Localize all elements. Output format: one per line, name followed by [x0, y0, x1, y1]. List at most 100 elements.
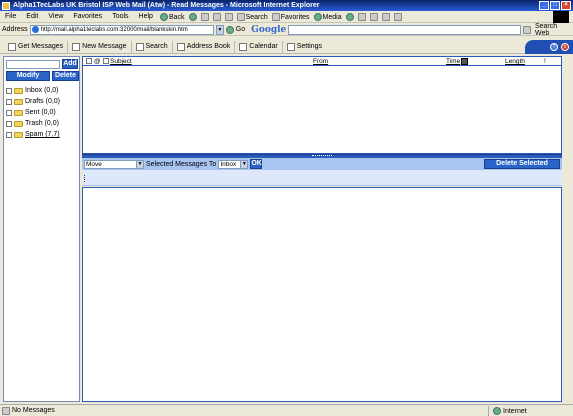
home-icon[interactable] — [224, 13, 233, 21]
security-zone: Internet — [488, 406, 527, 416]
move-bar: Move ▼ Selected Messages To Inbox ▼ OK D… — [82, 158, 562, 170]
window-title: Alpha1TecLabs UK Bristol ISP Web Mail (A… — [13, 2, 320, 9]
status-bar: No Messages Internet — [0, 404, 573, 416]
folder-icon — [14, 120, 23, 127]
column-from[interactable]: From — [313, 58, 328, 65]
target-folder-select[interactable]: Inbox ▼ — [218, 159, 249, 169]
mail-icon[interactable] — [357, 13, 366, 21]
get-messages-button[interactable]: Get Messages — [4, 40, 69, 53]
favorites-star-icon — [271, 13, 280, 21]
google-search-input[interactable] — [288, 24, 522, 35]
folder-panel: Add Modify Delete Inbox (0,0) Drafts (0,… — [3, 56, 80, 402]
search-web-button[interactable]: Search Web — [535, 23, 573, 37]
chevron-down-icon: ▼ — [240, 160, 248, 168]
folder-label: Spam (7,7) — [25, 131, 60, 138]
splitter-grip-icon — [312, 155, 332, 157]
search-toolbar-button[interactable]: Search — [236, 13, 268, 21]
folder-checkbox[interactable] — [6, 131, 12, 138]
folder-label: Drafts (0,0) — [25, 98, 61, 105]
new-message-icon — [72, 42, 81, 51]
address-input[interactable]: http://mail.alpha1teclabs.com:32000/mail… — [29, 24, 214, 35]
address-book-button[interactable]: Address Book — [173, 40, 236, 53]
read-status-icon — [102, 58, 109, 64]
get-messages-label: Get Messages — [18, 43, 64, 50]
stop-icon[interactable] — [200, 13, 209, 21]
history-icon[interactable] — [345, 13, 354, 21]
column-priority[interactable]: ! — [544, 58, 546, 65]
folder-sent[interactable]: Sent (0,0) — [6, 107, 60, 118]
folder-inbox[interactable]: Inbox (0,0) — [6, 85, 60, 96]
new-message-button[interactable]: New Message — [68, 40, 132, 53]
print-icon[interactable] — [369, 13, 378, 21]
folder-list: Inbox (0,0) Drafts (0,0) Sent (0,0) Tras… — [6, 85, 60, 140]
settings-label: Settings — [296, 43, 322, 50]
media-icon — [313, 13, 322, 21]
refresh-icon[interactable] — [212, 13, 221, 21]
folder-spam[interactable]: Spam (7,7) — [6, 129, 60, 140]
attachment-icon: @ — [94, 58, 101, 65]
internet-globe-icon — [493, 407, 501, 415]
search-toolbar-label: Search — [245, 13, 268, 21]
message-preview-pane — [82, 187, 562, 402]
folder-drafts[interactable]: Drafts (0,0) — [6, 96, 60, 107]
folder-name-input[interactable] — [6, 60, 60, 69]
search-icon — [236, 13, 245, 21]
preview-toolbar — [82, 170, 562, 186]
folder-checkbox[interactable] — [6, 109, 12, 116]
minimize-button[interactable]: _ — [539, 1, 549, 10]
folder-icon — [14, 131, 23, 138]
new-message-label: New Message — [82, 43, 127, 50]
edit-icon[interactable] — [381, 13, 390, 21]
action-select-value: Move — [86, 160, 102, 168]
go-arrow-icon[interactable] — [225, 25, 234, 34]
select-all-checkbox[interactable] — [86, 58, 92, 64]
media-button[interactable]: Media — [313, 13, 342, 21]
address-dropdown-button[interactable]: ▼ — [215, 24, 224, 35]
close-window-button[interactable]: × — [561, 1, 571, 10]
calendar-button[interactable]: Calendar — [235, 40, 283, 53]
folder-label: Inbox (0,0) — [25, 87, 59, 94]
forward-arrow-icon[interactable] — [188, 13, 197, 21]
header-icons: @ — [86, 58, 109, 65]
favorites-button[interactable]: Favorites — [271, 13, 310, 21]
delete-folder-button[interactable]: Delete — [52, 71, 79, 81]
folder-icon — [14, 98, 23, 105]
zone-label: Internet — [503, 407, 527, 415]
address-url: http://mail.alpha1teclabs.com:32000/mail… — [40, 26, 188, 33]
back-button[interactable]: Back — [160, 13, 185, 21]
media-label: Media — [322, 13, 342, 21]
folder-checkbox[interactable] — [6, 98, 12, 105]
column-length[interactable]: Length — [505, 58, 525, 65]
back-arrow-icon — [160, 13, 168, 21]
status-text: No Messages — [12, 407, 55, 414]
address-book-icon — [176, 42, 185, 51]
folder-label: Sent (0,0) — [25, 109, 56, 116]
settings-button[interactable]: Settings — [283, 41, 326, 53]
folder-checkbox[interactable] — [6, 87, 12, 94]
column-time[interactable]: Time — [446, 58, 469, 65]
action-select[interactable]: Move ▼ — [84, 159, 144, 169]
folder-checkbox[interactable] — [6, 120, 12, 127]
help-icon[interactable]: ? — [550, 43, 558, 51]
favorites-label: Favorites — [280, 13, 310, 21]
folder-trash[interactable]: Trash (0,0) — [6, 118, 60, 129]
app-header-controls: ? x — [525, 40, 573, 54]
target-folder-value: Inbox — [220, 160, 237, 168]
address-bar: Address http://mail.alpha1teclabs.com:32… — [0, 23, 573, 37]
maximize-button[interactable]: □ — [550, 1, 560, 10]
search-button[interactable]: Search — [132, 40, 173, 53]
search-web-icon — [523, 25, 531, 34]
window-controls: _ □ × — [539, 1, 571, 10]
move-ok-button[interactable]: OK — [250, 159, 263, 169]
search-label: Search — [145, 43, 168, 50]
address-label: Address — [2, 26, 28, 33]
delete-selected-button[interactable]: Delete Selected — [484, 159, 560, 169]
webmail-toolbar: Get Messages New Message Search Address … — [0, 40, 573, 54]
logout-close-icon[interactable]: x — [561, 43, 569, 51]
add-folder-button[interactable]: Add — [62, 59, 78, 69]
go-button[interactable]: Go — [236, 26, 245, 33]
column-subject[interactable]: Subject — [110, 58, 132, 65]
modify-folder-button[interactable]: Modify — [6, 71, 50, 81]
discuss-icon[interactable] — [393, 13, 402, 21]
chevron-down-icon: ▼ — [136, 160, 143, 168]
